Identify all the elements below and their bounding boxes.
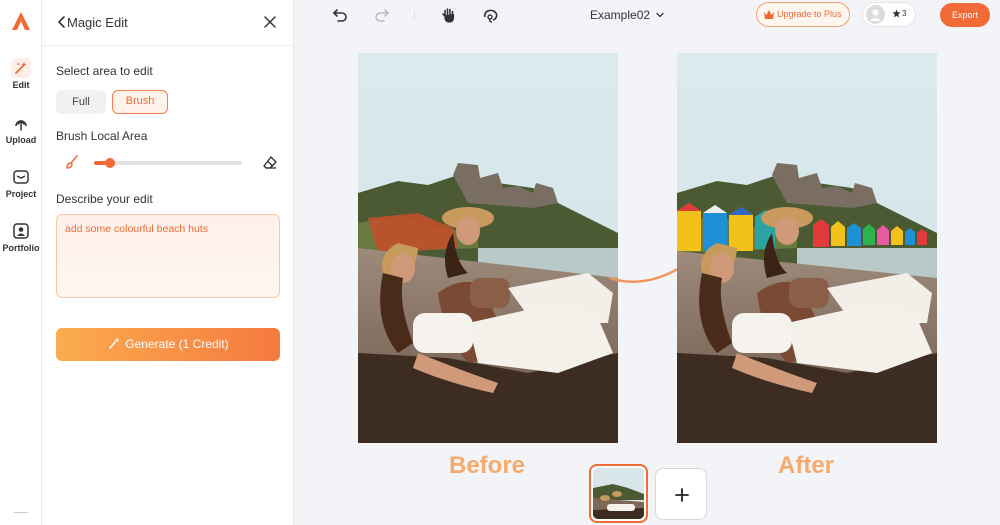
user-account-chip[interactable]: 3 bbox=[862, 2, 916, 27]
brush-size-slider[interactable] bbox=[94, 161, 242, 165]
before-image[interactable] bbox=[358, 53, 618, 443]
brush-size-thumb[interactable] bbox=[105, 158, 116, 168]
avatar bbox=[866, 5, 885, 24]
after-photo-illustration bbox=[677, 53, 937, 443]
edit-description-input[interactable]: add some colourful beach huts bbox=[56, 214, 280, 298]
thumbnail-preview bbox=[593, 468, 644, 519]
rail-item-label: Edit bbox=[12, 80, 30, 90]
panel-title: Magic Edit bbox=[67, 15, 128, 30]
rail-item-label: Upload bbox=[5, 135, 37, 145]
image-thumbnail[interactable] bbox=[589, 464, 648, 523]
undo-icon[interactable] bbox=[331, 6, 349, 24]
rail-item-portfolio[interactable]: Portfolio bbox=[0, 221, 42, 253]
rail-item-label: Portfolio bbox=[2, 243, 40, 253]
before-photo-illustration bbox=[358, 53, 618, 443]
toolbar-divider bbox=[414, 10, 415, 20]
panel-header: Magic Edit bbox=[42, 0, 294, 46]
rail-item-label: Project bbox=[5, 189, 37, 199]
after-caption: After bbox=[778, 452, 835, 479]
after-image[interactable] bbox=[677, 53, 937, 443]
mode-full-button[interactable]: Full bbox=[56, 90, 106, 114]
add-image-button[interactable] bbox=[655, 468, 707, 520]
chevron-down-icon[interactable] bbox=[655, 10, 665, 20]
hand-pan-icon[interactable] bbox=[440, 6, 458, 24]
magic-edit-panel: Magic Edit Select area to edit Full Brus… bbox=[42, 0, 294, 525]
magic-wand-icon bbox=[11, 58, 31, 78]
eraser-icon[interactable] bbox=[262, 154, 278, 170]
brush-area-label: Brush Local Area bbox=[56, 129, 148, 143]
select-area-label: Select area to edit bbox=[56, 64, 153, 78]
app-logo-icon[interactable] bbox=[10, 10, 32, 32]
portfolio-icon bbox=[13, 223, 29, 239]
user-icon bbox=[870, 9, 881, 21]
rail-item-edit[interactable]: Edit bbox=[0, 58, 42, 90]
credit-count: 3 bbox=[902, 9, 907, 18]
project-icon bbox=[13, 170, 29, 184]
rail-item-upload[interactable]: Upload bbox=[0, 113, 42, 145]
rail-divider bbox=[14, 512, 28, 513]
redo-icon[interactable] bbox=[373, 6, 391, 24]
rail-item-project[interactable]: Project bbox=[0, 167, 42, 199]
lasso-icon[interactable] bbox=[481, 6, 499, 24]
generate-button[interactable]: Generate (1 Credit) bbox=[56, 328, 280, 361]
before-caption: Before bbox=[449, 452, 526, 479]
generate-label: Generate (1 Credit) bbox=[125, 337, 229, 351]
star-icon bbox=[892, 9, 901, 18]
export-button[interactable]: Export bbox=[940, 3, 990, 27]
crown-icon bbox=[764, 10, 774, 19]
mode-brush-button[interactable]: Brush bbox=[112, 90, 168, 114]
upload-icon bbox=[15, 119, 27, 131]
upgrade-label: Upgrade to Plus bbox=[777, 9, 842, 19]
brush-icon bbox=[66, 155, 78, 169]
upgrade-button[interactable]: Upgrade to Plus bbox=[756, 2, 850, 27]
left-rail: Edit Upload Project Portfolio bbox=[0, 0, 42, 525]
file-name[interactable]: Example02 bbox=[590, 8, 650, 22]
sparkle-icon bbox=[109, 337, 121, 349]
close-icon[interactable] bbox=[262, 14, 278, 30]
describe-edit-label: Describe your edit bbox=[56, 192, 153, 206]
plus-icon bbox=[675, 488, 689, 502]
